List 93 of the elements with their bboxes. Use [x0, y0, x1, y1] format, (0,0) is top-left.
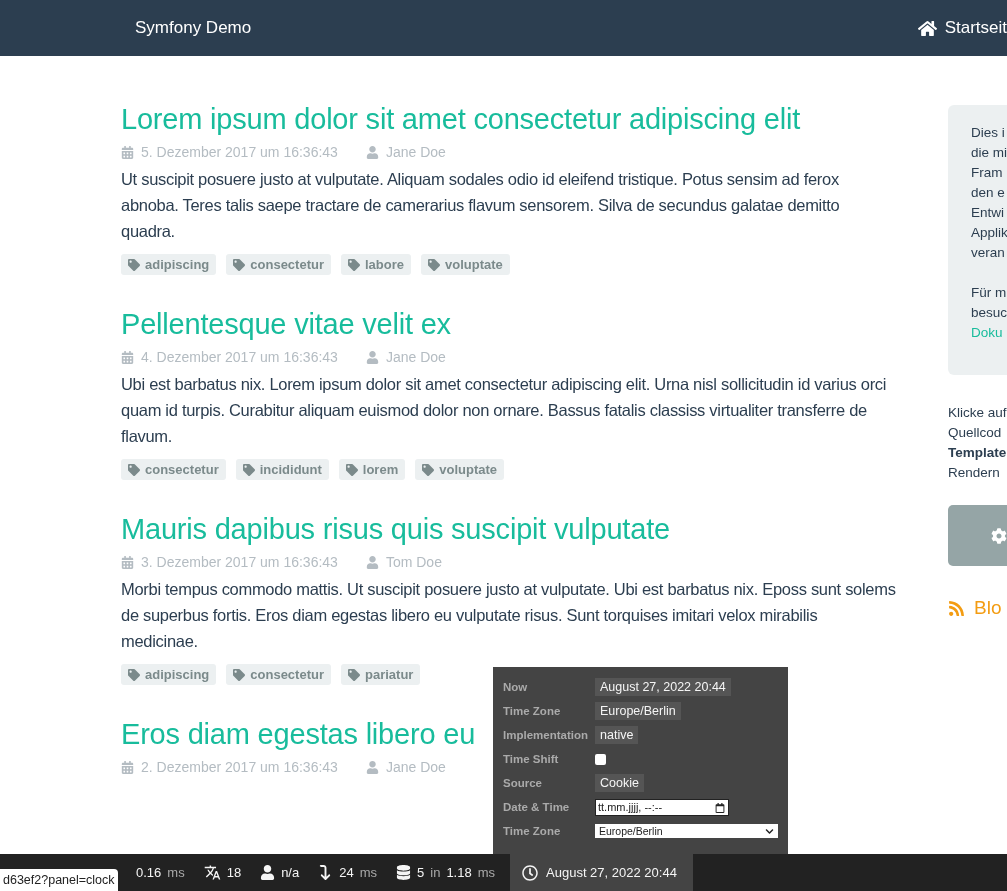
help-text: Klicke auf — [948, 404, 1007, 422]
status-url: d63ef2?panel=clock — [0, 869, 118, 891]
tag-icon — [128, 668, 140, 681]
post-title[interactable]: Pellentesque vitae velit ex — [121, 305, 451, 343]
chevron-down-icon — [765, 826, 774, 836]
post-author: Jane Doe — [365, 759, 446, 775]
post-author: Tom Doe — [365, 554, 442, 570]
panel-label: Source — [503, 777, 543, 789]
help-text: Quellcod — [948, 424, 1003, 442]
toolbar-item[interactable]: 0.16 ms — [128, 854, 196, 891]
post-title[interactable]: Mauris dapibus risus quis suscipit vulputate — [121, 510, 670, 548]
tag[interactable]: labore — [341, 254, 411, 275]
toolbar-item[interactable]: 18 — [195, 854, 253, 891]
info-text: die mi — [971, 144, 1007, 162]
info-text: den e — [971, 184, 1006, 202]
translation-icon — [203, 864, 221, 881]
tag-icon — [233, 668, 246, 681]
calendar-icon — [121, 555, 134, 569]
info-text: Für m — [971, 284, 1007, 302]
info-text: Applik — [971, 224, 1007, 242]
toolbar-item[interactable]: 24 ms — [310, 854, 388, 891]
home-link[interactable]: Startseit — [917, 18, 1007, 38]
clock-icon — [522, 864, 539, 881]
panel-value: Cookie — [595, 774, 644, 792]
toolbar-item[interactable]: n/a — [252, 854, 311, 891]
rss-icon — [948, 599, 965, 617]
user-icon — [365, 555, 379, 569]
post-title[interactable]: Lorem ipsum dolor sit amet consectetur adipiscing elit — [121, 100, 801, 138]
info-text: Entwi — [971, 204, 1005, 222]
time-zone-select[interactable]: Europe/Berlin — [595, 824, 778, 838]
help-text: Rendern — [948, 464, 1001, 482]
post-date: 4. Dezember 2017 um 16:36:43 — [121, 349, 338, 365]
tag[interactable]: incididunt — [235, 459, 329, 480]
info-text: Fram — [971, 164, 1004, 182]
rss-link[interactable]: Blo — [948, 598, 1007, 618]
tag-icon — [428, 258, 440, 271]
post-summary: Ut suscipit posuere justo at vulputate. Aliquam sodales odio id eleifend tristique. Potus sensim ad ferox abnoba. Teres talis saepe tractare de camerarius flavum sensorem. Silva de secundus galatae demitto quadra. — [121, 169, 841, 242]
tag-icon — [233, 258, 246, 271]
info-text: besuc — [971, 304, 1007, 322]
tag[interactable]: voluptate — [415, 459, 504, 480]
panel-label: Implementation — [503, 729, 589, 741]
panel-label: Now — [503, 681, 529, 693]
calendar-icon — [121, 760, 134, 774]
panel-value: native — [595, 726, 639, 744]
info-text: veran — [971, 244, 1006, 262]
user-icon — [365, 145, 379, 159]
tag[interactable]: voluptate — [421, 254, 510, 275]
post-summary: Morbi tempus commodo mattis. Ut suscipit posuere justo at vulputate. Ubi est barbatus nix. Eposs sunt solems de superbus fortis. Eros diam egestas libero eu vulputate risus. Sunt torquises imitari velox mirabilis medicinae. — [121, 579, 896, 652]
tag[interactable]: pariatur — [341, 664, 421, 685]
panel-value: Europe/Berlin — [595, 702, 681, 720]
user-icon — [365, 350, 379, 364]
tag[interactable]: consectetur — [226, 254, 331, 275]
post-summary: Ubi est barbatus nix. Lorem ipsum dolor sit amet consectetur adipiscing elit. Urna nisl sollicitudin id varius orci quam id turpis. Curabitur aliquam euismod dolor non ornare. Bassus fatalis classiss virtualiter transferre de flavum. — [121, 374, 888, 447]
panel-label: Time Zone — [503, 705, 562, 717]
docs-link[interactable]: Doku — [971, 323, 1007, 343]
panel-label: Date & Time — [503, 801, 571, 813]
tag-icon — [345, 463, 358, 476]
help-text: Template — [948, 444, 1007, 462]
clock-toolbar-item[interactable]: August 27, 2022 20:44 — [510, 854, 693, 891]
home-icon — [917, 18, 937, 38]
post-date: 5. Dezember 2017 um 16:36:43 — [121, 144, 338, 160]
tag-icon — [422, 463, 435, 476]
tag[interactable]: consectetur — [226, 664, 331, 685]
tag[interactable]: adipiscing — [121, 254, 217, 275]
panel-value: August 27, 2022 20:44 — [595, 678, 731, 696]
post-author: Jane Doe — [365, 144, 446, 160]
post-author: Jane Doe — [365, 349, 446, 365]
tag-icon — [242, 463, 255, 476]
tag-icon — [128, 258, 140, 271]
database-icon — [396, 865, 411, 880]
post-date: 2. Dezember 2017 um 16:36:43 — [121, 759, 338, 775]
tag[interactable]: adipiscing — [121, 664, 217, 685]
toolbar-item[interactable]: 5 in 1.18 ms — [388, 854, 507, 891]
time-shift-checkbox[interactable] — [595, 753, 606, 765]
tag-icon — [348, 668, 360, 681]
tag-icon — [348, 258, 360, 271]
calendar-icon — [715, 802, 725, 813]
panel-label: Time Zone — [503, 825, 562, 837]
post-title[interactable]: Eros diam egestas libero eu — [121, 715, 476, 753]
source-button[interactable] — [948, 505, 1007, 566]
calendar-icon — [121, 145, 134, 159]
user-icon — [260, 865, 276, 880]
settings-icon — [991, 527, 1007, 544]
tag[interactable]: lorem — [338, 459, 406, 480]
date-time-field[interactable]: tt.mm.jjjj, --:-- — [595, 798, 729, 816]
calendar-icon — [121, 350, 134, 364]
post-date: 3. Dezember 2017 um 16:36:43 — [121, 554, 338, 570]
panel-label: Time Shift — [503, 753, 560, 765]
tag[interactable]: consectetur — [121, 459, 226, 480]
brand-link[interactable]: Symfony Demo — [135, 18, 252, 38]
user-icon — [365, 760, 379, 774]
tag-icon — [128, 463, 140, 476]
info-text: Dies i — [971, 124, 1006, 142]
